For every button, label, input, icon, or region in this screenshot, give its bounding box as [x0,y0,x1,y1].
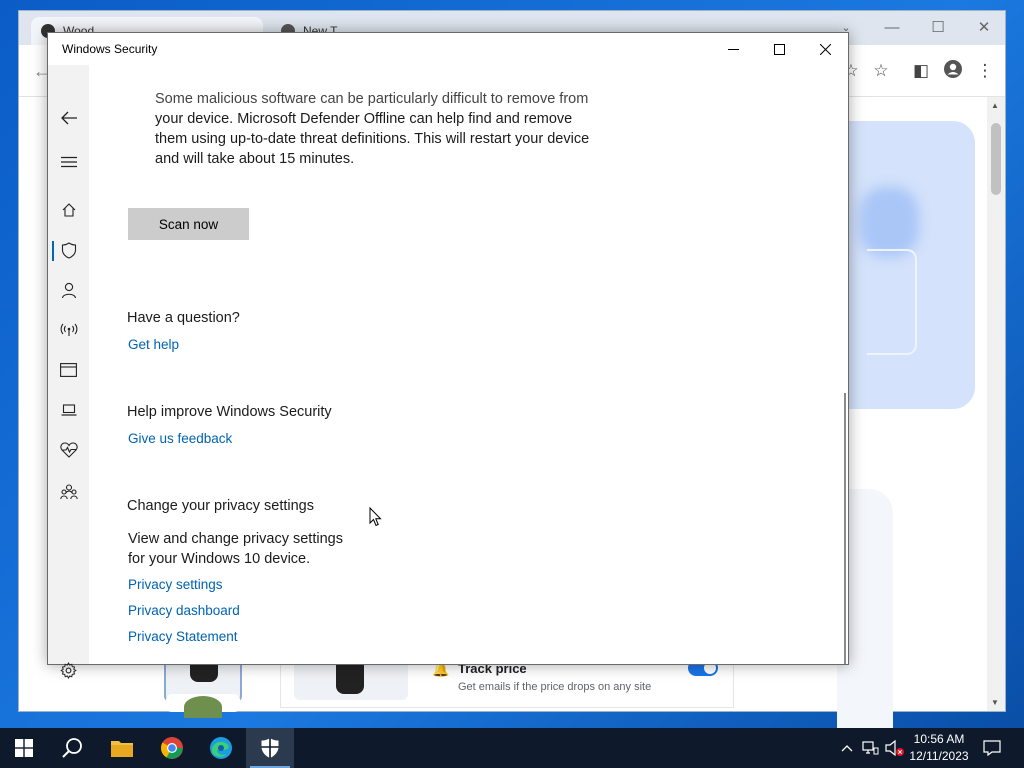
home-icon [62,203,75,217]
laptop-icon [61,404,76,416]
file-explorer-button[interactable] [98,728,146,768]
chrome-taskbar-button[interactable] [148,728,196,768]
product-thumbnail[interactable] [166,694,240,718]
gear-icon [60,661,77,679]
menu-button[interactable] [48,145,89,179]
chrome-close-button[interactable]: ✕ [973,17,995,39]
app-browser-icon [60,363,77,377]
back-button[interactable] [48,101,89,135]
nav-device-security[interactable] [48,393,89,427]
chrome-icon [161,737,183,759]
back-arrow-icon [60,111,77,125]
nav-home[interactable] [48,193,89,227]
bookmark-star-icon[interactable]: ☆ [869,59,893,83]
profile-avatar-icon[interactable] [941,59,965,83]
side-panel-icon[interactable]: ◧ [909,59,933,83]
search-button[interactable] [48,728,96,768]
nav-virus-threat-protection[interactable] [48,233,89,267]
search-icon [62,738,82,758]
clock-time: 10:56 AM [913,732,965,746]
wireless-antenna-icon [60,323,77,336]
product-image [294,660,408,700]
taskbar: 10:56 AM 12/11/2023 [0,728,1024,768]
edge-taskbar-button[interactable] [197,728,245,768]
family-icon [59,484,78,500]
nav-account-protection[interactable] [48,273,89,307]
get-help-link[interactable]: Get help [128,337,179,352]
privacy-dashboard-link[interactable]: Privacy dashboard [128,603,240,618]
person-icon [61,282,76,298]
taskbar-clock[interactable]: 10:56 AM 12/11/2023 [906,731,972,765]
windows-logo-icon [15,739,33,757]
ws-main-content: Some malicious software can be particula… [89,65,848,664]
show-hidden-icons-button[interactable] [838,728,856,768]
windows-security-taskbar-button[interactable] [246,728,294,768]
offline-scan-description-line-2: your device. Microsoft Defender Offline … [155,111,573,127]
close-icon [819,43,831,55]
scan-now-button[interactable]: Scan now [128,208,249,240]
minimize-button[interactable] [710,33,756,65]
network-icon [862,741,879,755]
question-heading: Have a question? [127,310,240,326]
windows-security-window: Windows Security Some malicious software… [47,32,849,679]
chevron-up-icon [841,745,853,752]
nav-device-performance-health[interactable] [48,433,89,467]
nav-family-options[interactable] [48,475,89,509]
hero-illustration-shape [867,249,917,355]
ws-scrollbar[interactable] [844,393,846,664]
chrome-scrollbar[interactable]: ▲ ▼ [987,97,1005,711]
nav-active-indicator [52,241,54,261]
privacy-settings-link[interactable]: Privacy settings [128,577,223,592]
nav-app-browser-control[interactable] [48,353,89,387]
maximize-icon [773,43,785,55]
hero-illustration [859,187,919,257]
scroll-up-icon[interactable]: ▲ [991,101,999,110]
scroll-down-icon[interactable]: ▼ [991,698,999,707]
chrome-minimize-button[interactable]: — [881,17,903,39]
privacy-description-line-2: for your Windows 10 device. [128,551,311,567]
chrome-scroll-thumb[interactable] [991,123,1001,195]
chrome-menu-icon[interactable]: ⋮ [973,59,997,83]
window-title: Windows Security [62,42,158,56]
mouse-cursor-icon [369,507,382,527]
clock-date: 12/11/2023 [909,749,969,763]
chrome-maximize-button[interactable]: ☐ [927,17,949,39]
ws-navigation-pane [48,65,89,679]
action-center-button[interactable] [978,728,1006,768]
privacy-heading: Change your privacy settings [127,498,314,514]
plant-image [184,696,222,718]
hamburger-menu-icon [60,156,77,168]
edge-icon [210,737,232,759]
offline-scan-description-line-3: them using up-to-date threat definitions… [155,131,590,147]
volume-muted-icon [885,740,904,756]
nav-settings[interactable] [48,653,89,687]
notification-icon [983,740,1001,756]
close-button[interactable] [802,33,848,65]
heart-health-icon [59,442,78,458]
ws-titlebar[interactable]: Windows Security [48,33,848,65]
offline-scan-description-line-4: and will take about 15 minutes. [155,151,355,167]
shield-icon [61,241,76,259]
volume-tray-button[interactable] [884,728,906,768]
privacy-statement-link[interactable]: Privacy Statement [128,629,238,644]
network-tray-button[interactable] [860,728,882,768]
minimize-icon [727,48,739,50]
privacy-description-line-1: View and change privacy settings [128,531,343,547]
start-button[interactable] [0,728,48,768]
track-price-subtitle: Get emails if the price drops on any sit… [458,681,652,693]
maximize-button[interactable] [756,33,802,65]
windows-security-shield-icon [261,738,279,758]
improve-heading: Help improve Windows Security [127,404,332,420]
folder-icon [111,741,133,757]
offline-scan-description-line-1: Some malicious software can be particula… [155,91,589,107]
nav-firewall-network[interactable] [48,313,89,347]
feedback-link[interactable]: Give us feedback [128,431,232,446]
plant-pot-image [336,660,364,694]
